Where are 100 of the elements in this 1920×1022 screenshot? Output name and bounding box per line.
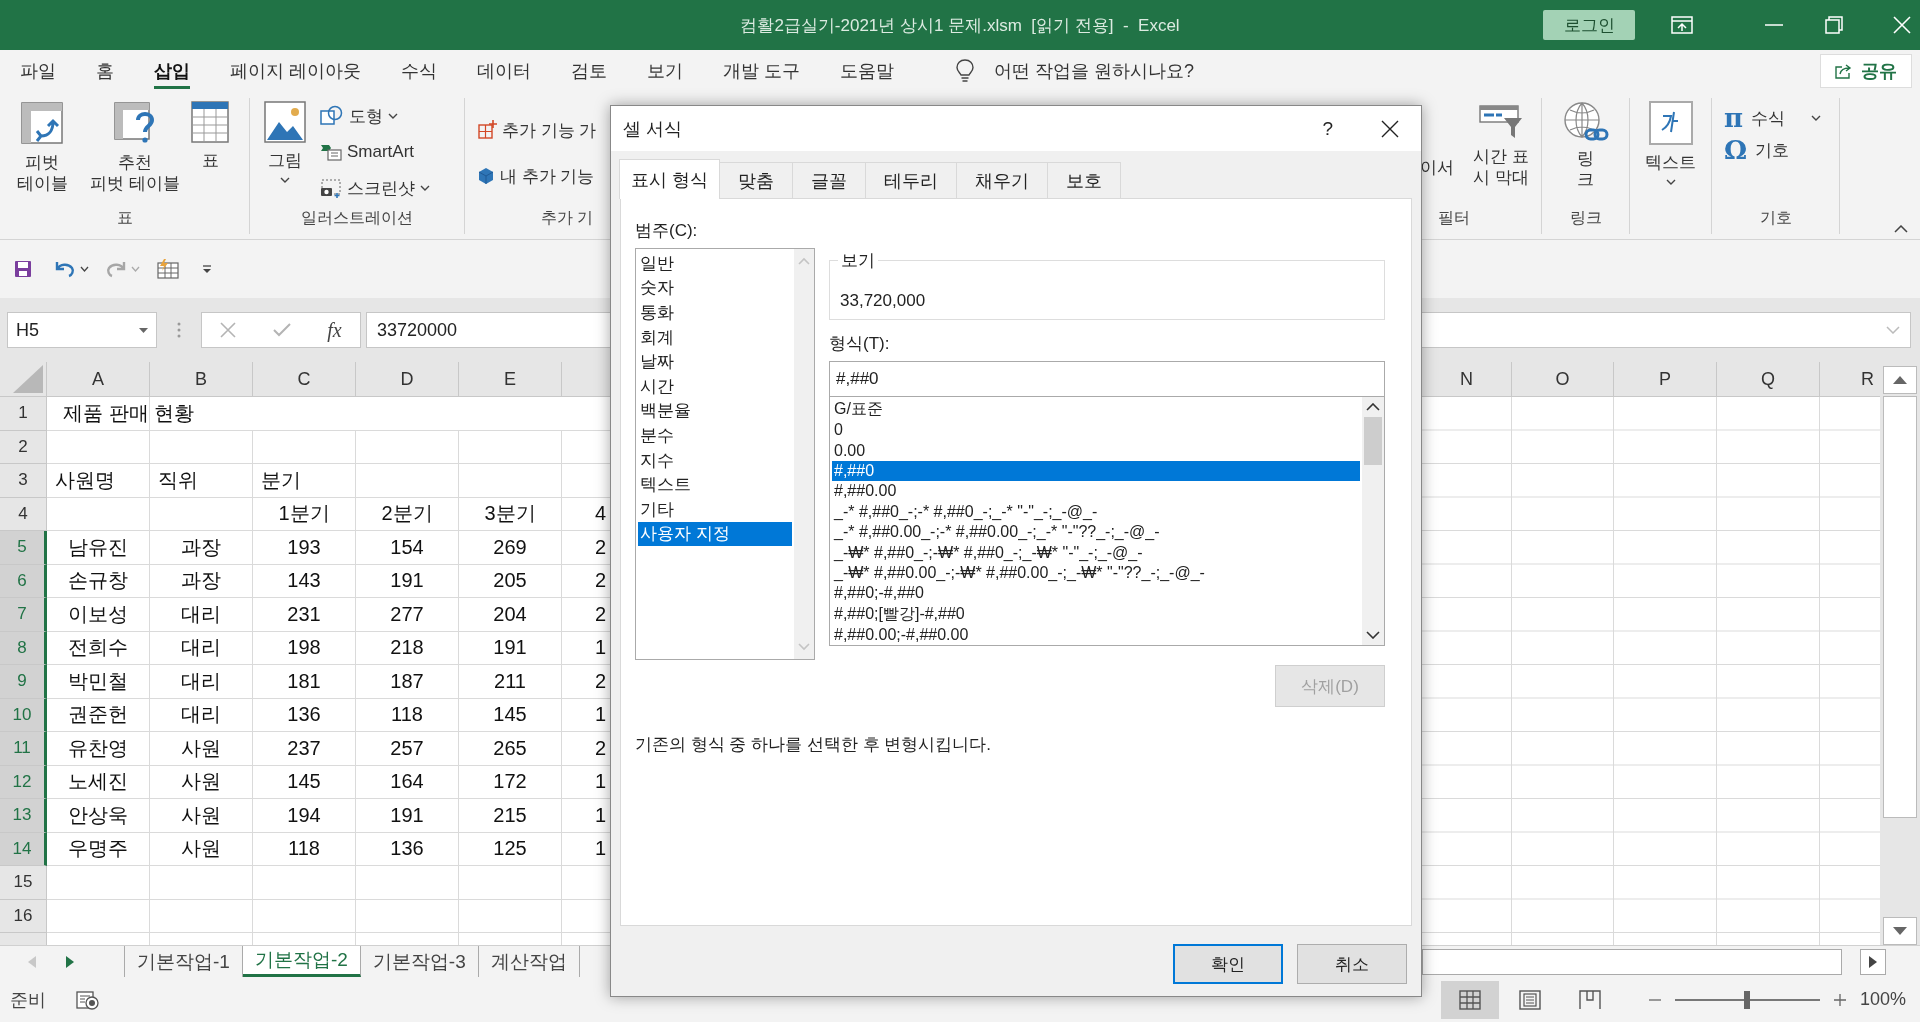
list-item[interactable]: 분수: [638, 423, 792, 448]
list-item[interactable]: 시간: [638, 373, 792, 399]
ribbon-tab[interactable]: 개발 도구: [723, 53, 801, 89]
scrollbar-thumb[interactable]: [1364, 417, 1382, 465]
row-header[interactable]: 15: [0, 866, 47, 900]
ribbon-tab[interactable]: 파일: [20, 53, 56, 89]
list-item[interactable]: #,##0: [832, 460, 1360, 482]
row-header[interactable]: 1: [0, 397, 47, 431]
pivot-table-button[interactable]: 피벗 테이블: [0, 100, 84, 194]
link-button[interactable]: 링 크: [1542, 100, 1629, 190]
screenshot-button[interactable]: 스크린샷: [320, 174, 430, 202]
scrollbar-thumb[interactable]: [1883, 396, 1917, 818]
list-item[interactable]: 텍스트: [638, 472, 792, 497]
text-button[interactable]: 텍스트: [1630, 100, 1711, 185]
format-list[interactable]: [829, 397, 1385, 646]
form-icon[interactable]: [156, 259, 180, 279]
column-header[interactable]: A: [47, 362, 150, 397]
column-header[interactable]: B: [150, 362, 253, 397]
list-item[interactable]: 0: [832, 420, 1360, 441]
list-item[interactable]: #,##0;[빨강]-#,##0: [832, 603, 1360, 625]
column-header[interactable]: N: [1422, 362, 1512, 397]
row-header[interactable]: 13: [0, 799, 47, 833]
table-button[interactable]: 표: [186, 100, 234, 171]
list-item[interactable]: 일반: [638, 251, 792, 276]
column-header[interactable]: P: [1614, 362, 1717, 397]
row-header[interactable]: 2: [0, 430, 47, 464]
row-header[interactable]: 9: [0, 665, 47, 699]
shapes-button[interactable]: 도형: [320, 102, 430, 130]
scroll-right-button[interactable]: [1860, 948, 1886, 975]
row-header[interactable]: 8: [0, 631, 47, 665]
list-item[interactable]: 날짜: [638, 349, 792, 374]
row-header[interactable]: 16: [0, 899, 47, 933]
more-icon[interactable]: [177, 322, 181, 338]
share-button[interactable]: 공유: [1820, 54, 1912, 88]
help-button[interactable]: ?: [1322, 117, 1333, 140]
row-header[interactable]: 4: [0, 497, 47, 531]
list-item[interactable]: 숫자: [638, 275, 792, 301]
zoom-in-icon[interactable]: [1833, 993, 1846, 1006]
list-item[interactable]: 0.00: [832, 440, 1360, 461]
list-item[interactable]: 사용자 지정: [638, 521, 792, 547]
undo-icon[interactable]: [54, 260, 76, 278]
row-header[interactable]: 14: [0, 832, 47, 866]
list-item[interactable]: 기타: [638, 496, 792, 522]
equation-button[interactable]: π 수식: [1724, 104, 1822, 132]
scroll-down-icon[interactable]: [1366, 631, 1380, 639]
row-header[interactable]: 5: [0, 531, 47, 565]
ribbon-tab[interactable]: 홈: [96, 53, 114, 89]
check-icon[interactable]: [272, 323, 291, 337]
caret-icon[interactable]: [80, 266, 89, 272]
ribbon-tab[interactable]: 데이터: [477, 53, 531, 89]
timeline-button[interactable]: 시간 표 시 막대: [1461, 100, 1541, 188]
close-icon[interactable]: [1381, 119, 1399, 138]
dialog-tab[interactable]: 보호: [1047, 162, 1121, 198]
symbol-button[interactable]: Ω 기호: [1724, 136, 1790, 164]
search-field[interactable]: 어떤 작업을 원하시나요?: [994, 59, 1195, 83]
my-addins-button[interactable]: 내 추가 기능: [477, 162, 595, 190]
row-header[interactable]: 7: [0, 598, 47, 632]
recommended-pivot-button[interactable]: 추천 피벗 테이블: [84, 100, 186, 194]
login-button[interactable]: 로그인: [1543, 10, 1635, 40]
scroll-up-icon[interactable]: [1366, 403, 1380, 411]
macro-record-icon[interactable]: [76, 989, 100, 1010]
smartart-button[interactable]: SmartArt: [320, 138, 430, 166]
column-header[interactable]: D: [356, 362, 459, 397]
horizontal-scrollbar[interactable]: [1422, 948, 1842, 975]
normal-view-button[interactable]: [1440, 980, 1499, 1019]
row-header[interactable]: 3: [0, 464, 47, 498]
column-header[interactable]: Q: [1717, 362, 1820, 397]
list-item[interactable]: 지수: [638, 447, 792, 473]
list-item[interactable]: #,##0;-#,##0: [832, 583, 1360, 604]
column-header[interactable]: C: [253, 362, 356, 397]
column-header[interactable]: R: [1820, 362, 1880, 397]
list-item[interactable]: #,##0.00: [832, 481, 1360, 502]
zoom-out-icon[interactable]: [1648, 998, 1661, 1001]
list-scrollbar[interactable]: [1362, 397, 1384, 645]
zoom-level[interactable]: 100%: [1859, 989, 1906, 1010]
redo-icon[interactable]: [105, 260, 127, 278]
dialog-tab[interactable]: 표시 형식: [619, 159, 720, 199]
name-box[interactable]: H5: [7, 312, 157, 348]
list-item[interactable]: #,##0.00;-#,##0.00: [832, 624, 1360, 646]
ok-button[interactable]: 확인: [1173, 944, 1283, 984]
ribbon-tab[interactable]: 삽입: [154, 53, 190, 89]
restore-icon[interactable]: [1825, 16, 1843, 34]
customize-icon[interactable]: [202, 264, 212, 274]
type-field[interactable]: #,##0: [829, 361, 1385, 397]
scroll-down-button[interactable]: [1883, 917, 1917, 945]
pictures-button[interactable]: 그림: [250, 100, 320, 183]
cancel-icon[interactable]: [220, 322, 237, 338]
ribbon-tab[interactable]: 검토: [571, 53, 607, 89]
ribbon-tab[interactable]: 페이지 레이아웃: [230, 53, 361, 89]
ribbon-display-icon[interactable]: [1671, 16, 1693, 34]
list-item[interactable]: G/표준: [832, 399, 1360, 420]
list-item[interactable]: _-* #,##0_-;-* #,##0_-;_-* "-"_-;_-@_-: [832, 501, 1360, 523]
cancel-button[interactable]: 취소: [1297, 944, 1407, 984]
scroll-up-button[interactable]: [1883, 366, 1917, 394]
slicer-button[interactable]: 이서: [1420, 156, 1462, 179]
list-item[interactable]: _-* #,##0.00_-;-* #,##0.00_-;_-* "-"??_-;_-@_-: [832, 522, 1360, 543]
ribbon-tab[interactable]: 도움말: [840, 53, 895, 89]
list-item[interactable]: _-₩* #,##0_-;-₩* #,##0_-;_-₩* "-"_-;_-@_-: [832, 542, 1360, 563]
row-header[interactable]: 11: [0, 732, 47, 766]
list-item[interactable]: 백분율: [638, 398, 792, 424]
